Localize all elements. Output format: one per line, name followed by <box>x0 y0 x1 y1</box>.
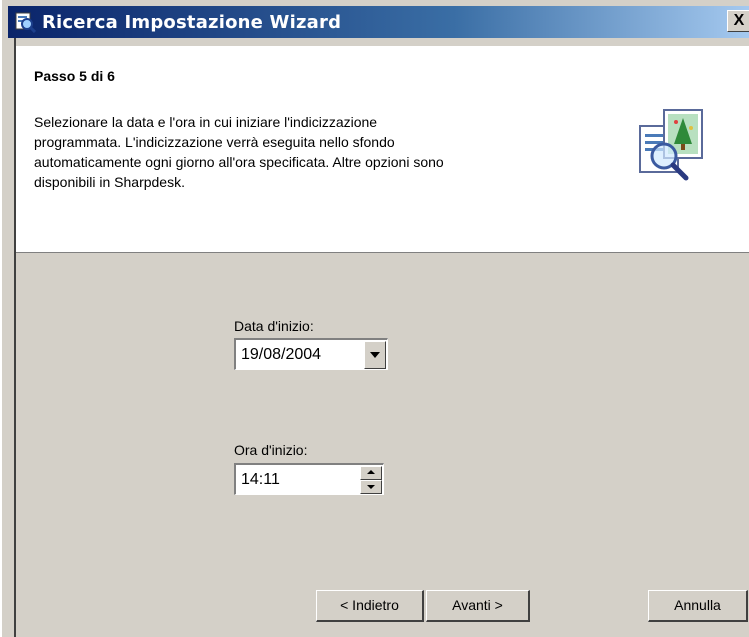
wizard-window: Ricerca Impostazione Wizard X Passo 5 di… <box>0 0 749 637</box>
start-time-value: 14:11 <box>241 471 280 488</box>
search-document-icon <box>636 104 706 184</box>
close-icon: X <box>733 12 745 29</box>
close-button[interactable]: X <box>727 10 749 32</box>
time-spinner-buttons[interactable] <box>360 466 382 494</box>
app-icon <box>14 11 37 34</box>
step-description: Selezionare la data e l'ora in cui inizi… <box>34 114 444 190</box>
back-button[interactable]: < Indietro <box>316 590 424 622</box>
title-bar[interactable]: Ricerca Impostazione Wizard X <box>8 6 749 38</box>
wizard-header: Passo 5 di 6 Selezionare la data e l'ora… <box>16 46 749 253</box>
step-title: Passo 5 di 6 <box>34 68 115 84</box>
window-title: Ricerca Impostazione Wizard <box>42 11 342 33</box>
start-time-spinner[interactable]: 14:11 <box>234 463 384 495</box>
spin-up-icon[interactable] <box>360 466 382 480</box>
start-date-label: Data d'inizio: <box>234 318 314 334</box>
chevron-down-icon[interactable] <box>364 341 386 369</box>
cancel-button[interactable]: Annulla <box>648 590 748 622</box>
start-date-picker[interactable]: 19/08/2004 <box>234 338 388 370</box>
start-time-label: Ora d'inizio: <box>234 442 308 458</box>
spin-down-icon[interactable] <box>360 480 382 494</box>
start-date-value: 19/08/2004 <box>241 346 322 363</box>
next-button[interactable]: Avanti > <box>426 590 530 622</box>
